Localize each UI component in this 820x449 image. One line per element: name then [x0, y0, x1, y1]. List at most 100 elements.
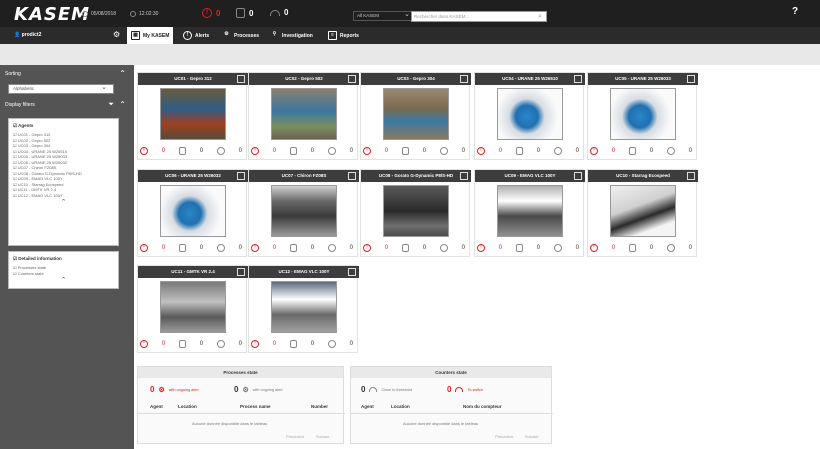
tab-alerts[interactable]: ! Alerts [179, 27, 213, 44]
process-icon[interactable] [628, 147, 636, 155]
counters-counter[interactable]: 0 [270, 8, 288, 17]
sorting-header[interactable]: Sorting ⌃ [0, 68, 134, 80]
alert-icon[interactable]: ! [251, 244, 259, 252]
process-icon[interactable] [401, 147, 409, 155]
chevron-up-icon[interactable]: ⌃ [13, 276, 114, 284]
col-location[interactable]: Location [391, 404, 410, 409]
expand-icon[interactable] [348, 268, 356, 276]
counter-icon[interactable] [216, 147, 225, 155]
agent-card-stats: ! 0 0 0 [477, 147, 583, 155]
chevron-up-icon[interactable]: ⌃ [13, 198, 114, 206]
process-icon[interactable] [401, 244, 409, 252]
counter-icon[interactable] [327, 147, 336, 155]
col-location[interactable]: Location [178, 404, 197, 409]
expand-icon[interactable] [574, 172, 582, 180]
prev-button[interactable]: Précédent [286, 434, 304, 439]
kasem-logo[interactable]: KASEM [14, 4, 90, 25]
col-agent[interactable]: Agent [150, 404, 163, 409]
process-icon[interactable] [178, 340, 186, 348]
tab-reports[interactable]: ≡ Reports [324, 27, 363, 44]
alert-icon[interactable]: ! [477, 147, 485, 155]
agent-card-title: UC12 - EMAG VLC 100Y [249, 266, 359, 278]
expand-icon[interactable] [237, 172, 245, 180]
expand-icon[interactable] [348, 172, 356, 180]
col-number[interactable]: Number [311, 404, 328, 409]
process-icon[interactable] [178, 244, 186, 252]
alert-icon[interactable]: ! [251, 340, 259, 348]
process-icon[interactable] [515, 244, 523, 252]
expand-icon[interactable] [687, 75, 695, 83]
alert-icon[interactable]: ! [140, 340, 148, 348]
settings-gear-icon[interactable]: ⚙ [113, 30, 120, 39]
col-agent[interactable]: Agent [361, 404, 374, 409]
filter-icon[interactable]: ⏷ [108, 99, 114, 111]
expand-icon[interactable] [687, 172, 695, 180]
counter-icon[interactable] [216, 340, 225, 348]
alert-icon[interactable]: ! [140, 147, 148, 155]
counter-icon[interactable] [327, 340, 336, 348]
tab-investigation[interactable]: ⚲ Investigation [266, 27, 317, 44]
switch-stat[interactable]: 0 To switch [447, 385, 483, 394]
process-icon[interactable] [289, 147, 297, 155]
prev-button[interactable]: Précédent [495, 434, 513, 439]
counter-icon[interactable] [216, 244, 225, 252]
search-icon[interactable]: ⌕ [538, 12, 542, 21]
alerts-counter[interactable]: ! 0 [202, 8, 220, 18]
tab-my-kasem[interactable]: ▦ My KASEM [127, 27, 174, 44]
alert-icon[interactable]: ! [363, 147, 371, 155]
alert-icon[interactable]: ! [590, 147, 598, 155]
counters-count: 0 [349, 245, 353, 251]
alert-icon[interactable]: ! [477, 244, 485, 252]
col-process-name[interactable]: Process name [240, 404, 271, 409]
agent-card[interactable]: UC05 - URANE 25 W26033! 0 0 0 [587, 72, 698, 160]
alert-icon[interactable]: ! [363, 244, 371, 252]
search-input[interactable]: Rechercher dans KASEM... ⌕ [411, 11, 547, 22]
counter-icon[interactable] [439, 147, 448, 155]
agent-card[interactable]: UC08 - Gorato G-Dynamic P8/S-HD! 0 0 0 [360, 169, 471, 257]
alert-icon[interactable]: ! [140, 244, 148, 252]
next-button[interactable]: Suivant [525, 434, 538, 439]
counter-icon[interactable] [439, 244, 448, 252]
process-icon[interactable] [289, 340, 297, 348]
expand-icon[interactable] [460, 172, 468, 180]
user-menu[interactable]: 👤 prodict2 [14, 32, 41, 38]
process-icon[interactable] [178, 147, 186, 155]
next-button[interactable]: Suivant [316, 434, 329, 439]
process-icon[interactable] [628, 244, 636, 252]
process-icon[interactable] [289, 244, 297, 252]
sort-select[interactable]: Alphabetic ⌄ [8, 84, 114, 94]
processes-counter[interactable]: 0 [236, 8, 253, 18]
agent-card[interactable]: UC03 - Gepro 304! 0 0 0 [360, 72, 471, 160]
expand-icon[interactable] [348, 75, 356, 83]
agent-card[interactable]: UC06 - URANE 25 W26032! 0 0 0 [137, 169, 248, 257]
agent-card[interactable]: UC07 - Chiron FZ08S! 0 0 0 [248, 169, 359, 257]
agent-card[interactable]: UC09 - EMAG VLC 100Y! 0 0 0 [474, 169, 585, 257]
agent-card[interactable]: UC02 - Gepro 502! 0 0 0 [248, 72, 359, 160]
tab-processes[interactable]: ⚙ Processes [218, 27, 263, 44]
counter-icon[interactable] [666, 147, 675, 155]
agent-card[interactable]: UC12 - EMAG VLC 100Y! 0 0 0 [248, 265, 359, 353]
ongoing-stat[interactable]: 0 ⚙ with ongoing alert [234, 385, 283, 394]
expand-icon[interactable] [574, 75, 582, 83]
counter-icon[interactable] [553, 147, 562, 155]
alert-icon[interactable]: ! [251, 147, 259, 155]
expand-icon[interactable] [460, 75, 468, 83]
col-counter-name[interactable]: Nom du compteur [463, 404, 502, 409]
counter-icon[interactable] [666, 244, 675, 252]
alert-icon[interactable]: ! [590, 244, 598, 252]
expand-icon[interactable] [237, 268, 245, 276]
ongoing-alert-stat[interactable]: 0 ⚙ with ongoing alert [150, 385, 199, 394]
counter-icon[interactable] [553, 244, 562, 252]
agent-card[interactable]: UC10 - Starrag Ecospeed! 0 0 0 [587, 169, 698, 257]
agent-card[interactable]: UC01 - Gepro 312! 0 0 0 [137, 72, 248, 160]
process-icon[interactable] [515, 147, 523, 155]
expand-icon[interactable] [237, 75, 245, 83]
help-button[interactable]: ? [792, 6, 798, 17]
agent-filter-select[interactable]: All KASEM ⌄ [353, 11, 413, 21]
agent-card[interactable]: UC04 - URANE 25 W26510! 0 0 0 [474, 72, 585, 160]
display-filters-header[interactable]: Display filters ⏷ ⌃ [0, 99, 134, 111]
threshold-stat[interactable]: 0 Close to threshold [361, 385, 412, 394]
agent-card[interactable]: UC11 - GMTK VR 2.4! 0 0 0 [137, 265, 248, 353]
agent-card-title-text: UC02 - Gepro 502 [285, 76, 323, 81]
counter-icon[interactable] [327, 244, 336, 252]
